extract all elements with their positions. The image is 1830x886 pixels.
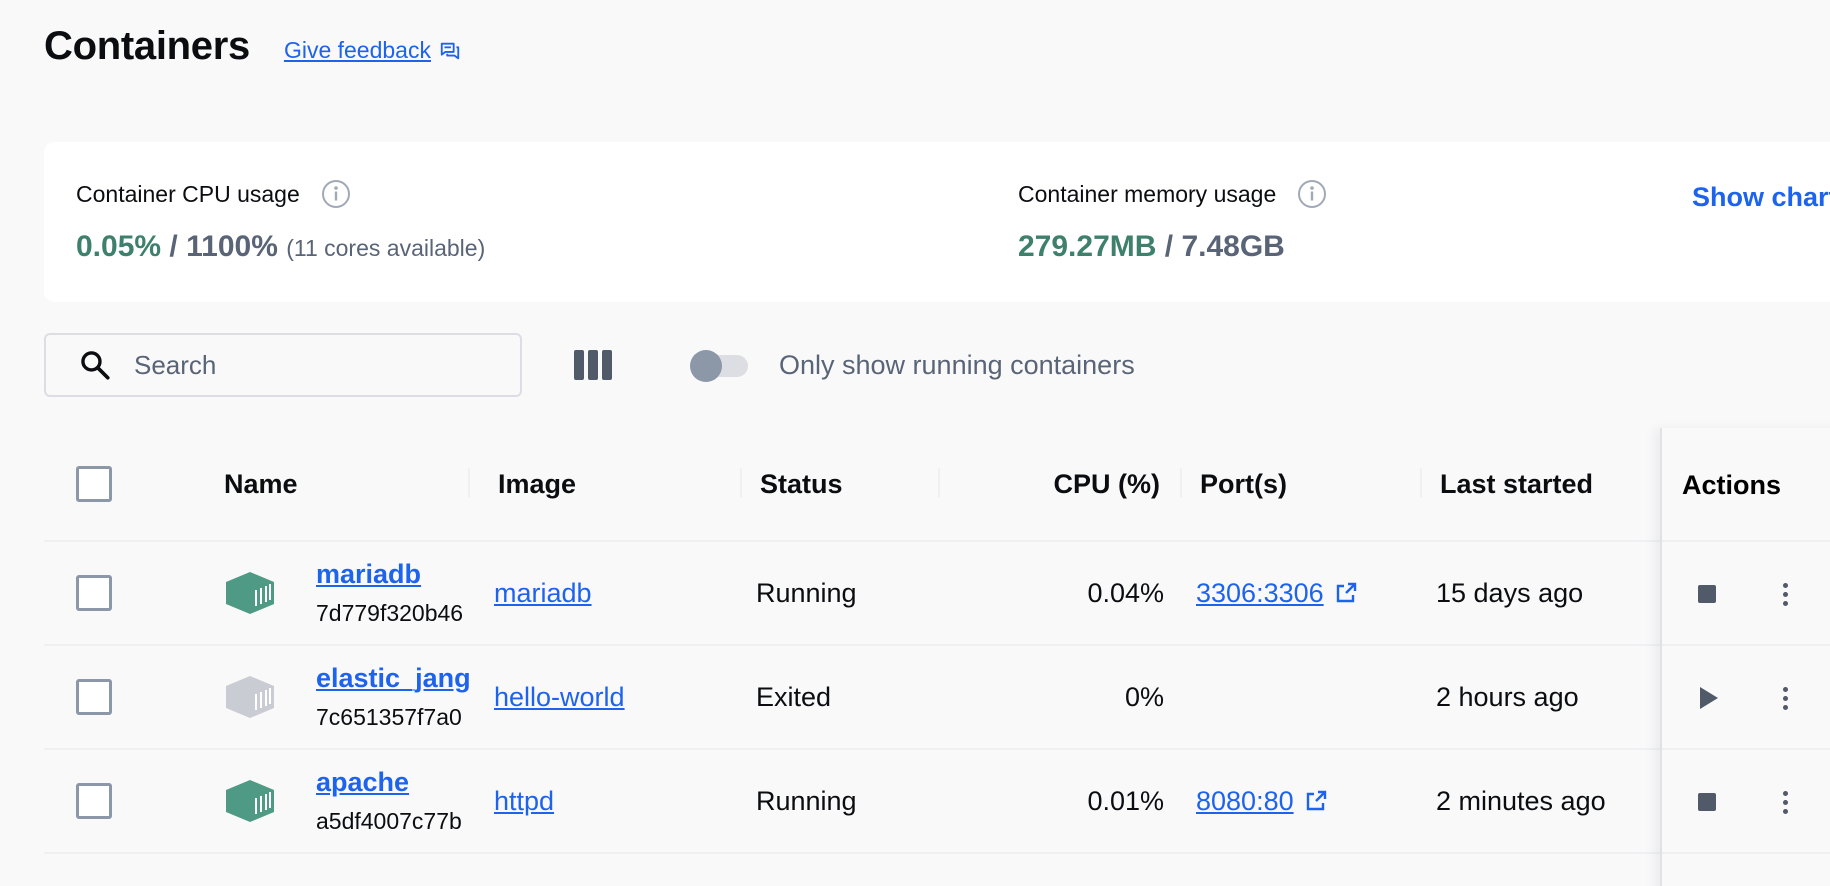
container-name-link[interactable]: mariadb [316,559,421,590]
memory-usage-value: 279.27MB / 7.48GB [1018,230,1328,264]
row-checkbox[interactable] [76,679,112,715]
status-text: Running [756,577,857,608]
feedback-icon [440,42,460,59]
columns-icon [574,350,584,380]
column-header-cpu[interactable]: CPU (%) [944,428,1161,540]
cpu-total: 1100% [186,230,278,263]
status-text: Running [756,785,857,816]
running-only-label: Only show running containers [779,350,1135,380]
search-box[interactable] [44,333,522,397]
container-name-link[interactable]: apache [316,767,409,798]
usage-stats-card: Container CPU usage 0.05% / 1100% (11 co… [44,142,1830,302]
memory-separator: / [1164,230,1174,263]
last-started: 15 days ago [1436,577,1584,608]
cpu-value: 0% [1124,681,1164,712]
start-button[interactable] [1692,683,1722,713]
memory-usage-label: Container memory usage [1018,180,1277,207]
row-checkbox[interactable] [76,575,112,611]
containers-page: Containers Give feedback Container CPU u… [0,0,1830,886]
stop-icon [1698,793,1716,811]
container-id: a5df4007c77b [316,808,462,834]
stop-button[interactable] [1692,787,1722,817]
container-running-icon [226,780,274,822]
cpu-value: 0.04% [1087,577,1164,608]
image-link[interactable]: hello-world [494,682,625,713]
search-input[interactable] [134,349,494,381]
status-text: Exited [756,681,832,712]
kebab-icon [1782,582,1788,606]
last-started: 2 minutes ago [1436,785,1606,816]
cpu-separator: / [169,230,178,263]
external-link-icon [1336,582,1356,603]
give-feedback-label: Give feedback [283,37,431,63]
container-id: 7c651357f7a0 [316,704,462,730]
port-link[interactable]: 3306:3306 [1196,578,1358,609]
container-name-link[interactable]: elastic_jang [316,663,471,694]
actions-column: Actions [1660,428,1830,886]
info-icon[interactable] [1296,178,1328,210]
memory-total: 7.48GB [1181,230,1285,263]
column-header-actions: Actions [1682,469,1782,500]
more-actions-button[interactable] [1770,787,1800,817]
ports-empty [1196,646,1436,748]
port-link[interactable]: 8080:80 [1196,786,1328,817]
cpu-usage-label: Container CPU usage [76,180,300,207]
containers-table: Name Image Status CPU (%) Port(s) Last s… [44,428,1830,854]
image-link[interactable]: mariadb [494,578,592,609]
memory-usage-stat: Container memory usage 279.27MB / 7.48GB [1018,178,1328,264]
memory-used: 279.27MB [1018,230,1157,263]
stop-icon [1698,585,1716,603]
stop-button[interactable] [1692,579,1722,609]
page-title: Containers [44,24,250,68]
info-icon[interactable] [320,178,352,210]
running-only-toggle[interactable] [690,350,750,382]
show-charts-button[interactable]: Show charts [1692,182,1830,213]
container-id: 7d779f320b46 [316,600,464,626]
container-exited-icon [226,676,274,718]
cpu-usage-value: 0.05% / 1100% (11 cores available) [76,230,485,264]
table-row[interactable]: apache a5df4007c77b httpd Running 0.01% … [44,750,1830,854]
give-feedback-link[interactable]: Give feedback [284,37,461,64]
table-row[interactable]: elastic_jang 7c651357f7a0 hello-world Ex… [44,646,1830,750]
table-header-row: Name Image Status CPU (%) Port(s) Last s… [44,428,1830,542]
columns-toggle-button[interactable] [574,350,614,380]
image-link[interactable]: httpd [494,786,554,817]
cpu-used: 0.05% [76,230,162,263]
last-started: 2 hours ago [1436,681,1579,712]
cpu-usage-stat: Container CPU usage 0.05% / 1100% (11 co… [76,178,485,264]
play-icon [1700,687,1718,709]
search-icon [81,351,110,380]
column-header-image[interactable]: Image [498,428,768,540]
column-header-name[interactable]: Name [224,428,514,540]
column-header-last-started[interactable]: Last started [1440,428,1680,540]
cpu-value: 0.01% [1087,785,1164,816]
table-row[interactable]: mariadb 7d779f320b46 mariadb Running 0.0… [44,542,1830,646]
column-header-status[interactable]: Status [760,428,960,540]
container-running-icon [226,572,274,614]
page-header: Containers Give feedback [44,24,461,69]
select-all-checkbox[interactable] [76,466,112,502]
row-checkbox[interactable] [76,783,112,819]
external-link-icon [1306,790,1326,811]
more-actions-button[interactable] [1770,579,1800,609]
kebab-icon [1782,790,1788,814]
more-actions-button[interactable] [1770,683,1800,713]
kebab-icon [1782,686,1788,710]
cpu-cores-available: (11 cores available) [286,235,486,261]
